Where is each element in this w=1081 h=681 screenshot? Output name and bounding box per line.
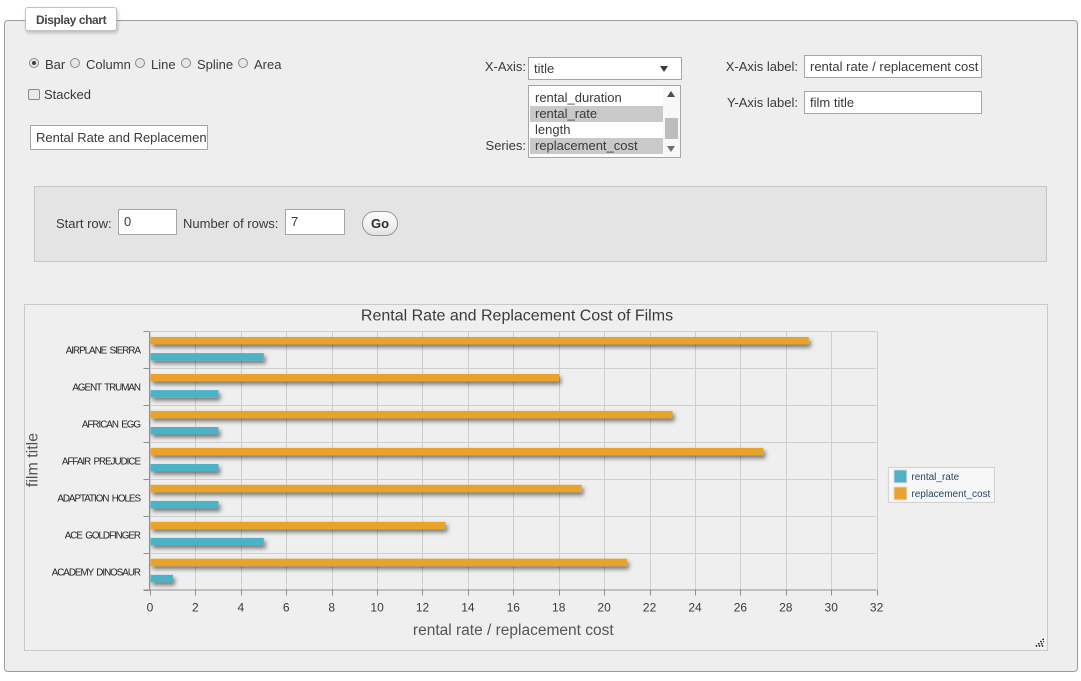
svg-text:ACADEMY DINOSAUR: ACADEMY DINOSAUR [52, 567, 141, 578]
svg-text:AFRICAN EGG: AFRICAN EGG [82, 420, 140, 431]
svg-text:AFFAIR PREJUDICE: AFFAIR PREJUDICE [62, 457, 142, 468]
svg-text:rental rate / replacement cost: rental rate / replacement cost [413, 622, 614, 639]
svg-text:rental_rate: rental_rate [911, 472, 959, 483]
svg-text:22: 22 [643, 601, 657, 615]
svg-text:26: 26 [734, 601, 748, 615]
svg-text:24: 24 [688, 601, 702, 615]
svg-text:18: 18 [552, 601, 566, 615]
svg-text:20: 20 [597, 601, 611, 615]
svg-text:AIRPLANE SIERRA: AIRPLANE SIERRA [66, 346, 142, 357]
svg-text:6: 6 [283, 601, 290, 615]
svg-text:replacement_cost: replacement_cost [911, 489, 990, 500]
svg-text:2: 2 [192, 601, 199, 615]
svg-text:30: 30 [825, 601, 839, 615]
svg-text:0: 0 [147, 601, 154, 615]
svg-text:Rental Rate and Replacement Co: Rental Rate and Replacement Cost of Film… [361, 307, 673, 324]
svg-text:film title: film title [25, 433, 42, 487]
svg-text:AGENT TRUMAN: AGENT TRUMAN [72, 383, 141, 394]
svg-text:14: 14 [461, 601, 475, 615]
svg-text:4: 4 [237, 601, 244, 615]
svg-text:10: 10 [370, 601, 384, 615]
svg-text:ACE GOLDFINGER: ACE GOLDFINGER [65, 531, 141, 542]
svg-text:32: 32 [870, 601, 884, 615]
svg-text:12: 12 [416, 601, 430, 615]
svg-text:28: 28 [779, 601, 793, 615]
svg-text:ADAPTATION HOLES: ADAPTATION HOLES [57, 494, 141, 505]
svg-text:16: 16 [507, 601, 521, 615]
svg-text:8: 8 [328, 601, 335, 615]
